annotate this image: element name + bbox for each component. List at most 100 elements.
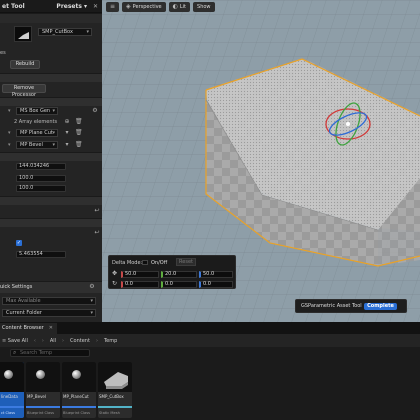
current-folder-dropdown[interactable]: Current Folder <box>2 309 96 317</box>
processor-dropdown-box-gen[interactable]: MS Box Gen <box>16 107 58 115</box>
breadcrumb-all[interactable]: All <box>50 338 56 344</box>
asset-thumbnail <box>98 362 132 392</box>
reset-arrow-icon[interactable]: ↩ <box>94 208 100 214</box>
asset-tile[interactable]: SMP_CutBox Static Mesh <box>98 362 132 418</box>
chevron-down-icon[interactable]: ▾ <box>64 130 70 136</box>
forward-arrow-icon[interactable]: › <box>42 338 44 344</box>
section-divider <box>0 73 102 82</box>
viewport[interactable]: ≡ ◈ Perspective ◐ Lit Show Delta Mode: On/… <box>102 0 420 322</box>
location-y-field[interactable]: 20.0 <box>161 271 197 278</box>
asset-type-strip <box>0 406 24 408</box>
cube-icon: ◈ <box>126 3 131 10</box>
rebuild-button[interactable]: Rebuild <box>10 60 40 69</box>
delete-icon[interactable]: 🗑 <box>75 119 83 125</box>
location-z-field[interactable]: 50.0 <box>199 271 233 278</box>
asset-name: lineData <box>1 394 18 399</box>
chevron-down-icon[interactable]: ▾ <box>64 142 70 148</box>
viewport-toolbar: ≡ ◈ Perspective ◐ Lit Show <box>106 2 215 12</box>
asset-type: Blueprint Class <box>63 411 90 415</box>
reset-button[interactable]: Reset <box>176 258 196 266</box>
asset-type: Static Mesh <box>99 411 120 415</box>
number-field[interactable]: 100.0 <box>16 185 66 192</box>
notification-toast: GSParametric Asset Tool Complete <box>295 299 407 313</box>
asset-thumbnail <box>62 362 96 392</box>
breadcrumb-content[interactable]: Content <box>70 338 90 344</box>
section-divider <box>0 196 102 205</box>
lit-label: Lit <box>179 4 187 10</box>
add-icon[interactable]: ⊕ <box>64 119 70 125</box>
chevron-right-icon: › <box>62 337 65 344</box>
chevron-down-icon[interactable]: ▾ <box>8 142 11 148</box>
save-all-button[interactable]: Save All <box>2 338 28 344</box>
toast-text: GSParametric Asset Tool <box>301 303 362 309</box>
quick-settings-header[interactable]: uick Settings ⚙ <box>0 281 102 293</box>
perspective-button[interactable]: ◈ Perspective <box>122 2 166 12</box>
close-icon[interactable]: ✕ <box>93 3 98 10</box>
sphere-icon <box>36 370 45 379</box>
asset-name: SMP_CutBox <box>99 394 124 399</box>
transform-panel: Delta Mode: On/Off Reset ✥ 50.0 20.0 50.… <box>108 255 236 289</box>
asset-thumbnail <box>0 362 24 392</box>
delete-icon[interactable]: 🗑 <box>75 130 83 136</box>
delta-mode-toggle[interactable] <box>142 260 148 265</box>
asset-type: ct Class <box>1 411 15 415</box>
viewport-menu-button[interactable]: ≡ <box>106 2 120 12</box>
mesh-thumbnail <box>14 26 32 42</box>
asset-tile[interactable]: lineData ct Class <box>0 362 24 418</box>
gear-icon[interactable]: ⚙ <box>89 284 95 290</box>
presets-dropdown[interactable]: Presets <box>56 3 87 10</box>
section-divider <box>0 218 102 227</box>
number-field[interactable]: 144.034246 <box>16 163 66 170</box>
reset-arrow-icon[interactable]: ↩ <box>94 230 100 236</box>
side-label: es <box>0 50 6 56</box>
move-icon: ✥ <box>112 270 118 277</box>
asset-grid: lineData ct Class MP_Bevel Blueprint Cla… <box>0 360 150 418</box>
back-arrow-icon[interactable]: ‹ <box>34 338 36 344</box>
panel-header: et Tool Presets ✕ <box>0 0 102 13</box>
asset-type-strip <box>26 406 60 408</box>
location-x-field[interactable]: 50.0 <box>121 271 159 278</box>
light-icon: ◐ <box>172 3 178 10</box>
processor-dropdown-bevel[interactable]: MP Bevel <box>16 141 58 149</box>
menu-icon: ≡ <box>110 3 116 10</box>
number-field[interactable]: 5.463554 <box>16 251 66 258</box>
rotate-icon: ↻ <box>112 280 118 287</box>
quick-settings-label: uick Settings <box>0 284 33 290</box>
asset-type-strip <box>98 406 132 408</box>
search-input[interactable]: Search Temp <box>10 349 90 357</box>
content-browser-toolbar: Save All ‹ › All › Content › Temp <box>0 334 420 347</box>
tab-content-browser[interactable]: Content Browser ✕ <box>0 323 57 334</box>
section-divider <box>0 152 102 161</box>
mesh-asset-dropdown[interactable]: SMP_CutBox <box>38 28 92 36</box>
rotation-y-field[interactable]: 0.0 <box>161 281 197 288</box>
tab-label: Content Browser <box>2 325 44 331</box>
chevron-down-icon[interactable]: ▾ <box>8 130 11 136</box>
gear-icon[interactable]: ⚙ <box>92 108 98 114</box>
show-button[interactable]: Show <box>193 2 215 12</box>
mesh-icon <box>104 372 128 389</box>
toast-status-badge: Complete <box>364 303 397 310</box>
option-checkbox[interactable]: ✓ <box>16 240 22 246</box>
on-off-label: On/Off <box>151 260 168 266</box>
delete-icon[interactable]: 🗑 <box>75 142 83 148</box>
sphere-icon <box>72 370 81 379</box>
asset-name: MP_PlaneCut <box>63 394 89 399</box>
asset-type-strip <box>62 406 96 408</box>
panel-title: et Tool <box>2 2 25 10</box>
chevron-down-icon[interactable]: ▾ <box>8 108 11 114</box>
remove-processor-button[interactable]: Remove Processor <box>2 84 46 98</box>
breadcrumb-temp[interactable]: Temp <box>104 338 117 344</box>
rotation-x-field[interactable]: 0.0 <box>121 281 159 288</box>
close-icon[interactable]: ✕ <box>49 323 53 334</box>
lit-button[interactable]: ◐ Lit <box>168 2 191 12</box>
asset-tile[interactable]: MP_Bevel Blueprint Class <box>26 362 60 418</box>
details-panel: et Tool Presets ✕ SMP_CutBox es Rebuild … <box>0 0 102 322</box>
rotation-z-field[interactable]: 0.0 <box>199 281 233 288</box>
section-divider <box>0 97 102 106</box>
max-available-dropdown[interactable]: Max Available <box>2 297 96 305</box>
number-field[interactable]: 100.0 <box>16 175 66 182</box>
delta-mode-label: Delta Mode: <box>112 260 143 266</box>
section-header[interactable] <box>0 13 102 23</box>
asset-tile[interactable]: MP_PlaneCut Blueprint Class <box>62 362 96 418</box>
processor-dropdown-plane-cut[interactable]: MP Plane Cut <box>16 129 58 137</box>
